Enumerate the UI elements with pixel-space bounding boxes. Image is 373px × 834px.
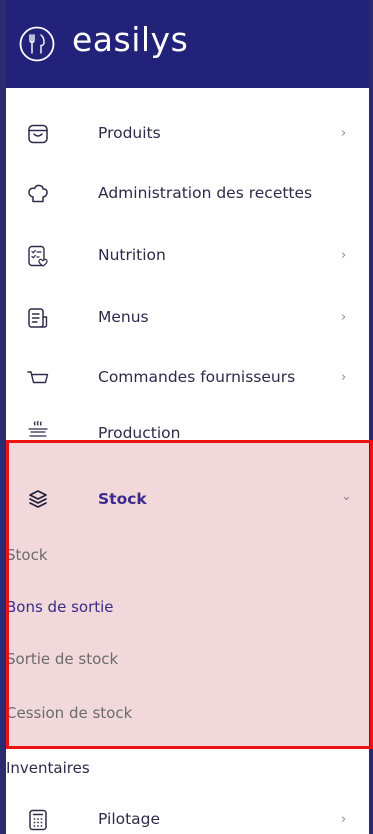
nav-label-produits: Produits [98, 124, 161, 142]
cart-icon [27, 371, 49, 384]
nav-label-commandes: Commandes fournisseurs [98, 368, 296, 386]
chevron-right-icon: › [341, 310, 347, 325]
chef-hat-icon [28, 184, 48, 203]
nav-item-nutrition[interactable]: Nutrition › [6, 228, 369, 288]
nav-item-recettes[interactable]: Administration des recettes [6, 166, 369, 226]
cooking-pot-icon [28, 420, 48, 437]
nav-item-commandes-fournisseurs[interactable]: Commandes fournisseurs › [6, 350, 369, 410]
basket-icon [28, 124, 48, 144]
chevron-right-icon: › [341, 248, 347, 263]
nutrition-sheet-icon [28, 245, 48, 267]
nav-label-menus: Menus [98, 308, 149, 326]
nav-item-inventaires[interactable]: Inventaires [6, 759, 90, 777]
nav-item-pilotage[interactable]: Pilotage › [6, 792, 369, 834]
nav-label-nutrition: Nutrition [98, 246, 166, 264]
app-header: easilys [6, 0, 369, 88]
menu-document-icon [28, 308, 48, 328]
nav-label-pilotage: Pilotage [98, 810, 161, 828]
chevron-right-icon: › [341, 812, 347, 827]
brand-name: easilys [72, 20, 189, 59]
nav-item-produits[interactable]: Produits › [6, 106, 369, 166]
calculator-icon [29, 809, 47, 831]
chevron-right-icon: › [341, 126, 347, 141]
chevron-right-icon: › [341, 370, 347, 385]
nav-label-recettes: Administration des recettes [98, 184, 313, 202]
nav-item-production[interactable]: Production [6, 414, 369, 442]
fork-spoon-logo-icon [19, 26, 55, 62]
highlight-box [6, 440, 373, 749]
nav-item-menus[interactable]: Menus › [6, 290, 369, 350]
